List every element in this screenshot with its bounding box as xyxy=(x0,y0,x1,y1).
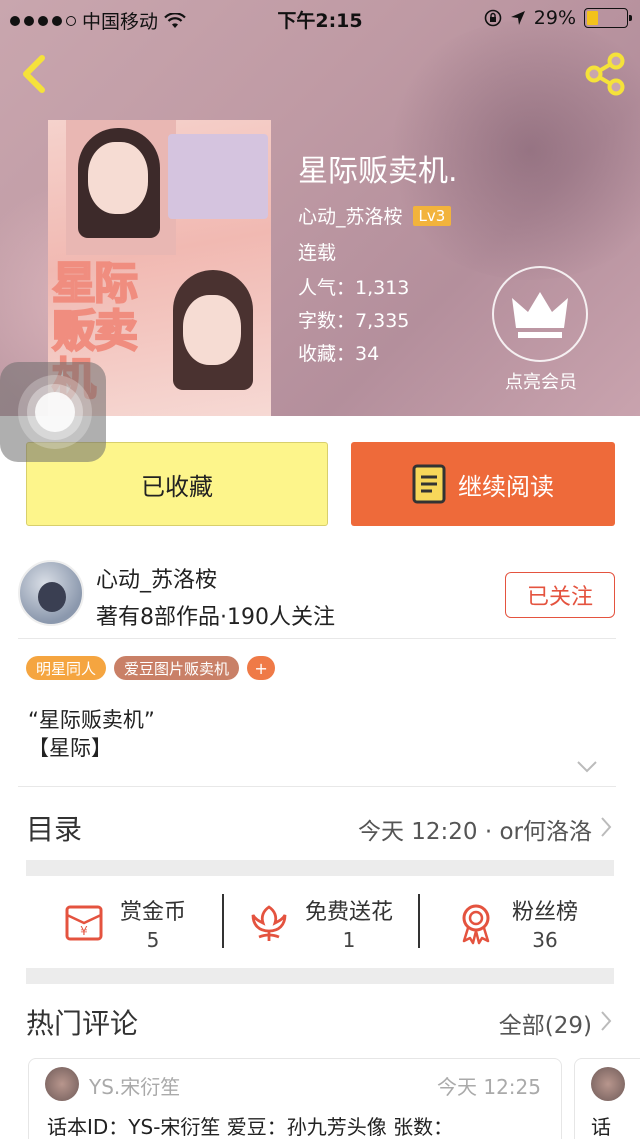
commenter-avatar[interactable] xyxy=(45,1067,79,1101)
status-bar: 中国移动 下午2:15 29% xyxy=(0,0,640,36)
comment-card[interactable]: YS.宋衍笙 今天 12:25 话本ID：YS-宋衍笙 爱豆：孙九芳头像 张数： xyxy=(28,1058,562,1139)
comment-card[interactable]: 话 xyxy=(574,1058,640,1139)
stat-value: 5 xyxy=(146,928,160,952)
stat-label: 赏金币 xyxy=(119,900,186,925)
tag[interactable]: 爱豆图片贩卖机 xyxy=(114,656,240,680)
svg-text:¥: ¥ xyxy=(80,924,88,938)
chevron-right-icon[interactable] xyxy=(600,1010,612,1032)
vip-button[interactable] xyxy=(492,266,588,362)
popularity: 人气：1,313 xyxy=(298,277,410,299)
crown-icon xyxy=(511,291,568,338)
stat-value: 1 xyxy=(342,928,356,952)
toc-label: 目录 xyxy=(26,813,83,846)
description-line: “星际贩卖机” xyxy=(28,708,155,732)
share-icon[interactable] xyxy=(582,52,628,96)
word-count: 字数：7,335 xyxy=(298,310,410,332)
tag[interactable]: 明星同人 xyxy=(26,656,107,680)
red-envelope-icon: ¥ xyxy=(65,905,103,941)
comment-body: 话 xyxy=(591,1115,611,1139)
continue-reading-label: 继续阅读 xyxy=(458,472,554,501)
add-tag-button[interactable]: + xyxy=(247,656,276,680)
tag-list: 明星同人 爱豆图片贩卖机 + xyxy=(26,656,276,680)
location-arrow-icon xyxy=(510,11,525,25)
send-flower-button[interactable]: 免费送花 1 xyxy=(222,876,418,970)
chevron-down-icon[interactable] xyxy=(576,760,598,774)
flower-icon xyxy=(251,905,287,941)
book-icon xyxy=(412,464,446,504)
battery-level xyxy=(587,11,598,25)
book-header: 中国移动 下午2:15 29% 星际贩卖 星际贩卖机. 心动_苏洛桉 Lv3 连… xyxy=(0,0,640,416)
latest-chapter: 今天 12:20 · or何洛洛 xyxy=(357,819,592,845)
reward-coins-button[interactable]: ¥ 赏金币 5 xyxy=(26,876,222,970)
divider xyxy=(18,786,616,787)
author-avatar[interactable] xyxy=(18,560,84,626)
continue-reading-button[interactable]: 继续阅读 xyxy=(351,442,615,526)
collect-label: 已收藏 xyxy=(141,472,213,501)
assistive-touch-button[interactable] xyxy=(0,362,106,462)
all-comments-link[interactable]: 全部(29) xyxy=(499,1006,592,1040)
stat-label: 粉丝榜 xyxy=(511,900,578,925)
stat-label: 免费送花 xyxy=(304,900,393,925)
book-description: “星际贩卖机” 【星际】 xyxy=(28,706,155,762)
author-name[interactable]: 心动_苏洛桉 xyxy=(96,562,217,594)
fan-ranking-button[interactable]: 粉丝榜 36 xyxy=(418,876,614,970)
book-title: 星际贩卖机. xyxy=(298,154,458,189)
rotation-lock-icon xyxy=(484,9,502,27)
hot-comments-title: 热门评论 xyxy=(26,1007,139,1040)
battery-icon xyxy=(584,8,632,28)
follow-label: 已关注 xyxy=(526,585,593,610)
chevron-right-icon xyxy=(601,817,612,837)
stats-bar: ¥ 赏金币 5 免费送花 1 粉丝榜 36 xyxy=(26,876,614,970)
book-status: 连载 xyxy=(298,242,337,264)
description-line: 【星际】 xyxy=(28,736,112,760)
section-separator xyxy=(26,860,614,876)
book-author[interactable]: 心动_苏洛桉 xyxy=(298,202,403,229)
commenter-avatar[interactable] xyxy=(591,1067,625,1101)
divider xyxy=(18,638,616,639)
commenter-name[interactable]: YS.宋衍笙 xyxy=(89,1071,180,1100)
table-of-contents-row[interactable]: 目录 今天 12:20 · or何洛洛 xyxy=(0,788,640,860)
comment-body: 话本ID：YS-宋衍笙 爱豆：孙九芳头像 张数： xyxy=(47,1115,454,1139)
vip-label: 点亮会员 xyxy=(505,372,577,393)
section-separator xyxy=(26,968,614,984)
medal-icon xyxy=(462,904,490,945)
follow-button[interactable]: 已关注 xyxy=(505,572,615,618)
level-badge: Lv3 xyxy=(412,205,452,226)
back-icon[interactable] xyxy=(16,54,52,94)
favorites-count: 收藏：34 xyxy=(298,343,380,365)
author-summary: 著有8部作品·190人关注 xyxy=(96,605,335,630)
stat-value: 36 xyxy=(532,928,558,952)
battery-percent: 29% xyxy=(533,7,576,29)
comment-time: 今天 12:25 xyxy=(437,1075,541,1099)
